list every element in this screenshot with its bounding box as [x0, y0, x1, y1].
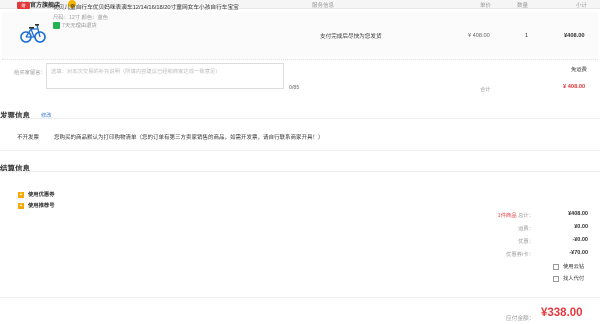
plus-icon: +	[18, 202, 24, 209]
divider	[0, 150, 600, 151]
product-attributes: 尺码：12寸 颜色：蓝色	[53, 15, 109, 21]
shipping-method: 免运费	[571, 67, 587, 73]
use-cloud-diamond-checkbox[interactable]: 使用云钻	[553, 262, 584, 270]
summary-total-value: ¥408.00	[568, 211, 588, 217]
invoice-section-title: 发票信息	[0, 111, 30, 120]
use-coupon-option[interactable]: + 使用优惠券	[18, 190, 55, 198]
amount-due-value: ¥338.00	[541, 307, 583, 319]
use-referral-option[interactable]: + 使用推荐号	[18, 201, 55, 209]
shipping-service: 支付完成后尽快为您发货	[320, 34, 382, 40]
store-total-label: 合计	[480, 87, 491, 93]
summary-discount-label: 优惠：	[518, 239, 534, 245]
divider	[0, 297, 600, 298]
col-service: 服务信息	[312, 3, 335, 9]
summary-total-label: 1件商品 总计：	[497, 213, 534, 219]
message-label: 给买家留言：	[14, 70, 46, 76]
summary-discount-value: -¥0.00	[572, 237, 588, 243]
proxy-pay-checkbox[interactable]: 找人代付	[553, 274, 584, 282]
use-referral-label: 使用推荐号	[28, 203, 55, 209]
quantity: 1	[525, 33, 529, 39]
product-title[interactable]: 优贝儿童自行车优贝妈咪表演车12/14/16/18/20寸童网女车小孩自行车宝宝	[53, 4, 283, 12]
summary-shipping-label: 运费：	[518, 226, 534, 232]
use-coupon-label: 使用优惠券	[28, 192, 55, 198]
col-qty: 数量	[517, 3, 529, 9]
summary-coupon-label: 优惠券/卡：	[506, 252, 534, 258]
divider	[0, 118, 600, 119]
summary-shipping-value: ¥0.00	[574, 224, 588, 230]
bicycle-product-image[interactable]	[19, 22, 47, 44]
gift-badge: 赠	[17, 2, 30, 9]
item-count: 1件商品	[497, 213, 517, 219]
plus-icon: +	[18, 191, 24, 198]
divider	[0, 171, 600, 172]
invoice-note: 您购买的商品默认为打印购物清单（您的订单有第三方卖家销售的商品，如需开发票，请自…	[54, 135, 324, 141]
return-policy-text: 7天无理由退货	[62, 23, 97, 29]
store-total-value: ¥ 408.00	[563, 84, 586, 90]
buyer-message-input[interactable]: 选填：对本次交易的补充说明（所填内容建议已经和商家达成一致意见）	[46, 63, 284, 89]
col-price: 单价	[480, 3, 492, 9]
amount-due-label: 应付金额：	[506, 316, 535, 322]
col-subtotal: 小计	[576, 3, 588, 9]
unit-price: ¥ 408.00	[468, 33, 490, 39]
invoice-type: 不开发票	[17, 135, 40, 141]
settlement-section-title: 结算信息	[0, 164, 30, 173]
return-check-icon	[53, 22, 60, 30]
return-policy: 7天无理由退货	[53, 21, 97, 30]
message-char-count: 0/85	[289, 85, 300, 91]
item-subtotal: ¥408.00	[564, 33, 585, 39]
checkbox-icon[interactable]	[553, 263, 559, 270]
checkbox-icon[interactable]	[553, 275, 559, 282]
summary-coupon-value: -¥70.00	[569, 250, 588, 256]
